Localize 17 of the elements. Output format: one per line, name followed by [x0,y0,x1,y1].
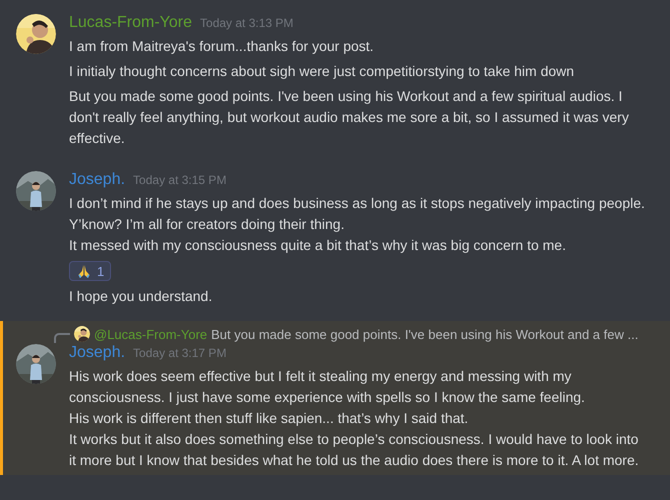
praying-hands-icon [76,263,92,279]
reply-spine [54,333,70,343]
message-text: But you made some good points. I've been using his Workout and a few spiritual audios. I don't really feel anything, but workout audio makes me sore a bit, so I assumed it was very effective. [69,87,630,148]
message-text: I am from Maitreya's forum...thanks for your post. [69,37,375,56]
username[interactable]: Joseph. [69,171,126,189]
timestamp: Today at 3:17 PM [133,346,226,360]
username[interactable]: Lucas-From-Yore [69,14,192,32]
message-text: I don’t mind if he stays up and does business as long as it stops negatively impacting people. Y’know? I’m all for creators doing their thing. It messed with my consciousness quite a bit that’s why it was big concern to me. [69,194,646,255]
timestamp: Today at 3:13 PM [200,16,294,30]
timestamp: Today at 3:15 PM [133,173,226,187]
reaction-button[interactable]: 1 [69,261,112,281]
username[interactable]: Joseph. [69,344,126,362]
message-text: I hope you understand. [69,287,214,306]
reply-snippet[interactable]: But you made some good points. I've been using his Workout and a few ... [211,326,638,342]
message-text: His work does seem effective but I felt it stealing my energy and messing with my consciousness. I just have some experience with spells so I know the same feeling. His work is different then stuff like sapien... that’s why I said that. It works but it also does something else to people’s consciousness. I would have to look into it more but I know that besides what he told us the audio does there is more to it. A lot more. [69,367,640,470]
message-text: I initialy thought concerns about sigh were just competitiorstying to take him down [69,62,576,81]
mention[interactable]: @Lucas-From-Yore [94,326,208,342]
